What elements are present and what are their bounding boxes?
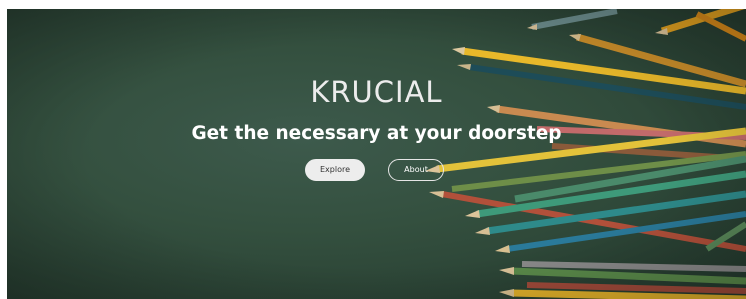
colored-pencils-image	[425, 9, 746, 299]
about-button[interactable]: About	[388, 159, 444, 181]
explore-button[interactable]: Explore	[305, 159, 365, 181]
hero-tagline: Get the necessary at your doorstep	[191, 123, 562, 144]
hero-section: KRUCIAL Get the necessary at your doorst…	[7, 9, 746, 299]
brand-title: KRUCIAL	[310, 75, 443, 109]
